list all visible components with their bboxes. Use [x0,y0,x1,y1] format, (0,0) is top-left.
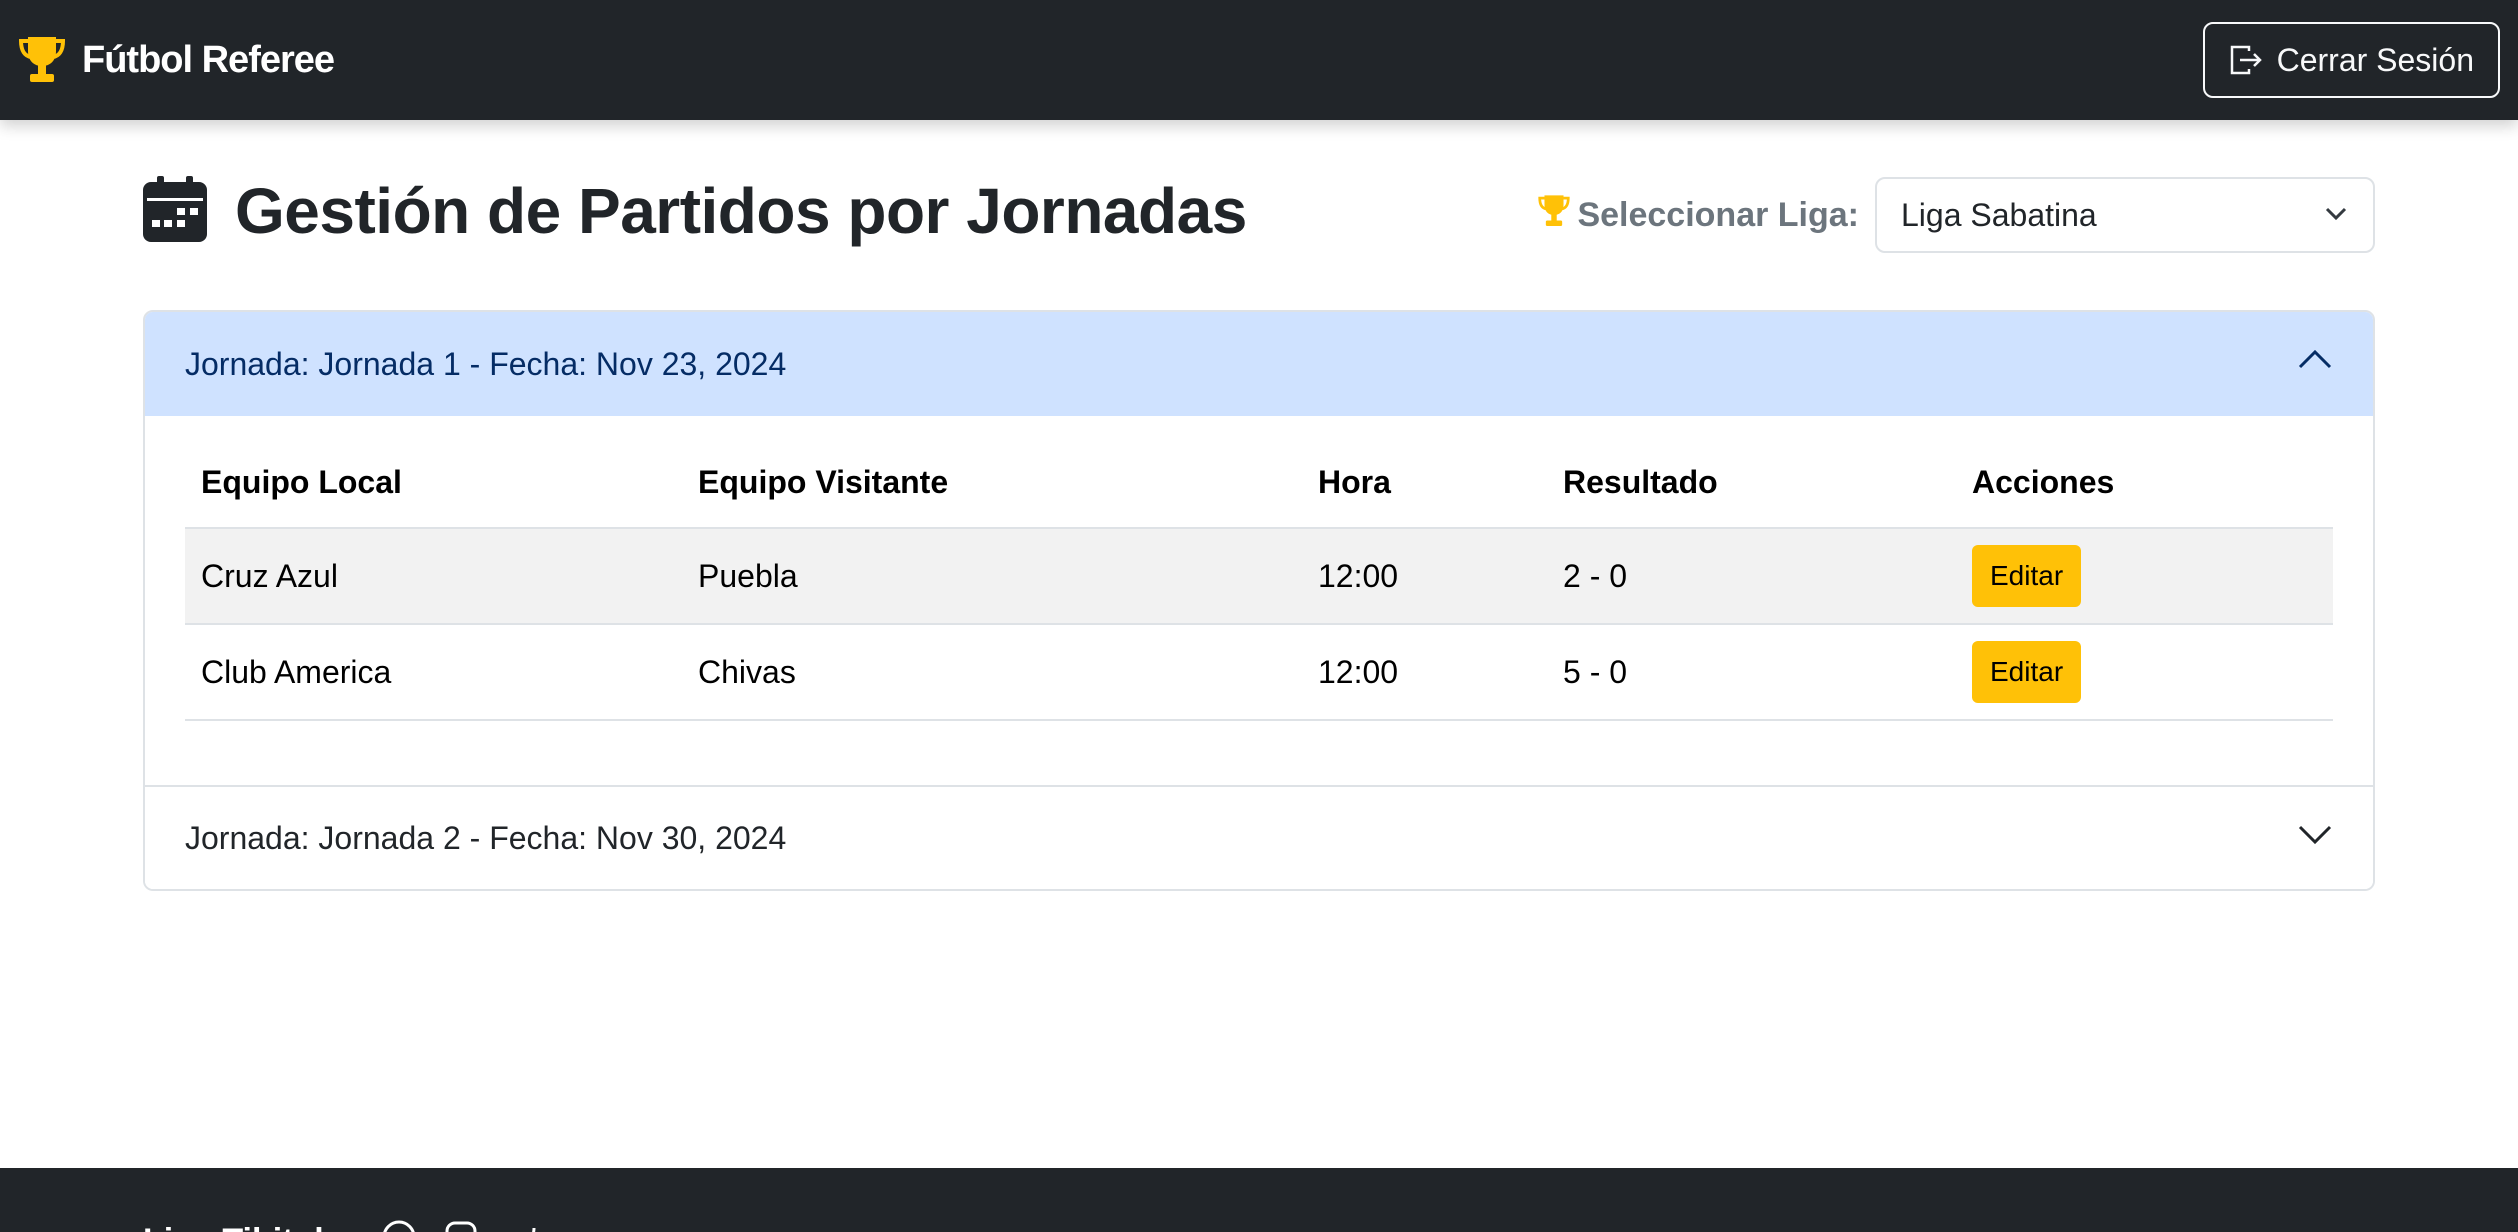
footer-brand: Liga Tibitolm [143,1222,354,1232]
column-header-acciones: Acciones [1956,458,2333,529]
page-header: Gestión de Partidos por Jornadas Selecci… [143,120,2375,310]
league-select[interactable]: Liga Sabatina [1875,177,2375,253]
main-content: Gestión de Partidos por Jornadas Selecci… [143,120,2375,891]
jornada-header[interactable]: Jornada: Jornada 1 - Fecha: Nov 23, 2024 [145,312,2373,416]
chevron-down-icon [2323,197,2349,234]
cell-hora: 12:00 [1302,624,1547,721]
brand[interactable]: Fútbol Referee [18,34,335,86]
table-header-row: Equipo Local Equipo Visitante Hora Resul… [185,458,2333,529]
cell-hora: 12:00 [1302,528,1547,625]
jornada-body: Equipo Local Equipo Visitante Hora Resul… [145,416,2373,785]
logout-button[interactable]: Cerrar Sesión [2202,22,2500,98]
cell-visitante: Puebla [682,528,1302,625]
top-navbar: Fútbol Referee Cerrar Sesión [0,0,2518,120]
trophy-icon [1537,194,1571,237]
facebook-icon[interactable] [382,1220,416,1232]
logout-icon [2229,43,2263,77]
table-row: Club America Chivas 12:00 5 - 0 Editar [185,624,2333,721]
chevron-up-icon [2297,342,2333,386]
cell-visitante: Chivas [682,624,1302,721]
brand-title: Fútbol Referee [82,38,335,81]
edit-button[interactable]: Editar [1972,545,2082,607]
jornada-title: Jornada: Jornada 2 - Fecha: Nov 30, 2024 [185,819,787,856]
cell-resultado: 2 - 0 [1547,528,1956,625]
cell-resultado: 5 - 0 [1547,624,1956,721]
twitter-icon[interactable] [506,1220,540,1232]
instagram-icon[interactable] [444,1220,478,1232]
logout-label: Cerrar Sesión [2276,41,2474,78]
column-header-resultado: Resultado [1547,458,1956,529]
cell-local: Cruz Azul [185,528,682,625]
column-header-local: Equipo Local [185,458,682,529]
footer-brand-group: Liga Tibitolm [143,1220,540,1232]
league-label: Seleccionar Liga: [1537,194,1859,237]
page-title-group: Gestión de Partidos por Jornadas [143,174,1247,248]
league-selector: Seleccionar Liga: Liga Sabatina [1537,177,2375,253]
cell-local: Club America [185,624,682,721]
jornadas-accordion: Jornada: Jornada 1 - Fecha: Nov 23, 2024… [143,310,2375,891]
edit-button[interactable]: Editar [1972,641,2082,703]
column-header-hora: Hora [1302,458,1547,529]
column-header-visitante: Equipo Visitante [682,458,1302,529]
trophy-icon [18,34,66,86]
footer: Liga Tibitolm [0,1168,2518,1232]
calendar-icon [143,175,207,247]
jornada-title: Jornada: Jornada 1 - Fecha: Nov 23, 2024 [185,345,787,382]
table-row: Cruz Azul Puebla 12:00 2 - 0 Editar [185,528,2333,625]
cell-acciones: Editar [1956,528,2333,625]
league-label-text: Seleccionar Liga: [1577,195,1859,234]
cell-acciones: Editar [1956,624,2333,721]
league-selected-value: Liga Sabatina [1901,196,2097,233]
jornada-header[interactable]: Jornada: Jornada 2 - Fecha: Nov 30, 2024 [145,785,2373,889]
chevron-down-icon [2297,816,2333,860]
page-title: Gestión de Partidos por Jornadas [235,175,1247,247]
matches-table: Equipo Local Equipo Visitante Hora Resul… [185,458,2333,721]
